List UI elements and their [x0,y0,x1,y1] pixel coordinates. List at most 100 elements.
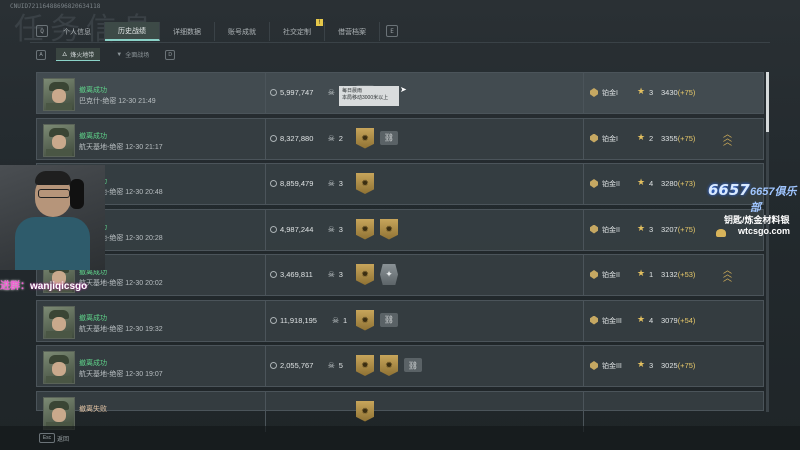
match-result: 撤离成功 [79,314,107,322]
achievement-badge-icon[interactable]: ⛓ [380,312,398,327]
achievement-badge-icon[interactable]: ✹ [356,173,374,194]
achievement-badge-icon[interactable]: ✹ [380,355,398,376]
star-count: 1 [649,270,654,279]
operator-avatar [43,351,75,384]
extracted-value: 8,327,880 [280,133,314,143]
score-delta: (+75) [677,361,696,370]
achievement-badge-icon[interactable]: ✹ [356,127,374,149]
match-result: 撤离成功 [79,360,107,367]
skull-icon: ☠ [327,133,335,143]
achievement-badge-icon[interactable]: ⛓ [380,130,398,145]
score-value: 3132 [661,270,678,279]
rank-name: 铂金I [602,135,618,143]
rank-name: 铂金III [602,363,622,370]
match-location-time: 航天基地-绝密 12-30 19:07 [79,371,163,378]
kill-count: 3 [338,179,343,188]
shield-icon: ▼ [116,51,123,58]
coin-icon [270,271,277,278]
coin-icon [270,180,277,187]
star-icon: ★ [637,86,646,96]
esc-key-hint[interactable]: Esc [39,433,55,443]
score-delta: (+54) [677,315,696,325]
achievement-badge-icon[interactable]: ✹ [380,218,398,240]
notification-badge: ! [316,19,323,26]
tab-2[interactable]: 详细数据 [160,22,215,41]
rank-icon [590,179,598,188]
column-divider [265,255,266,295]
star-count: 3 [649,224,654,234]
score-value: 3207 [661,224,678,234]
kill-count: 3 [338,270,343,279]
rank-up-chevrons-icon: ︿ ︿ ︿ [723,265,733,283]
next-tab-key-hint[interactable]: E [386,25,398,37]
match-row[interactable]: 撤离成功 航天基地-绝密 12-30 19:07 2,055,767 ☠ 5 ✹ ✹ ⛓ 铂金I… [36,345,764,387]
match-row[interactable]: 撤离成功航天基地-绝密 12-30 20:284,987,244☠3✹✹铂金II… [36,208,764,251]
extracted-value: 3,469,811 [280,270,313,279]
operator-avatar [43,396,75,430]
back-button[interactable]: 返回 [57,434,69,443]
column-divider [265,209,266,250]
rank-name: 铂金II [602,226,620,234]
player-id: CNUID72116488696820634118 [10,3,101,10]
match-row[interactable]: 撤离成功 航天基地-绝密 12-30 21:17 8,327,880 ☠ 2 ✹ ⛓ 铂金I ★… [36,117,764,160]
skull-icon: ☠ [332,315,340,325]
webcam-person-body [15,217,90,270]
match-row[interactable]: 撤离失败 ✹ [36,390,764,432]
star-icon: ★ [637,313,646,324]
star-icon: ★ [637,222,646,233]
tab-3[interactable]: 账号成就 [215,22,270,41]
achievement-badge-icon[interactable]: ✦ [380,264,398,285]
scrollbar-thumb[interactable] [766,72,769,132]
skull-icon: ☠ [327,361,335,370]
tab-5[interactable]: 借营档案 [325,22,380,41]
match-row[interactable]: 撤离成功 航天基地-绝密 12-30 19:32 11,918,195 ☠ 1 ✹ ⛓ 铂金I… [36,299,764,342]
sun-icon [716,229,726,237]
prev-mode-key-hint[interactable]: A [36,49,46,60]
tab-0[interactable]: 个人信息 [50,22,105,41]
achievement-badge-icon[interactable]: ✹ [356,355,374,376]
rank-icon [590,270,598,279]
achievement-badge-icon[interactable]: ✹ [356,264,374,285]
column-divider [583,164,584,204]
subtab-full-battlefield[interactable]: ▼ 全面战场 [110,49,155,61]
match-row[interactable]: 撤离成功 航天基地-绝密 12-30 20:02 3,469,811 ☠ 3 ✹ ✦ 铂金II… [36,254,764,296]
extracted-value: 2,055,767 [280,361,314,370]
match-result: 撤离失败 [79,405,107,413]
column-divider [583,300,584,341]
group-label: 进群： [0,281,30,292]
coin-icon [270,362,277,369]
skull-icon: ☠ [327,179,335,188]
subtab-label: 全面战场 [125,53,150,59]
subtab-hazard-zone[interactable]: 🜂 烽火地带 [56,48,101,61]
match-row[interactable]: 撤离成功航天基地-绝密 12-30 20:488,859,479☠3✹铂金II★… [36,163,764,205]
group-id: wanjiqicsgo [30,281,88,292]
rank-icon [590,88,598,97]
achievement-badge-icon[interactable]: ✹ [356,400,374,422]
extracted-value: 8,859,479 [280,179,314,188]
kill-count: 2 [338,133,343,143]
skull-icon: ☠ [327,270,335,279]
score-delta: (+75) [677,224,696,234]
achievement-badge-icon[interactable]: ⛓ [404,358,422,372]
achievement-badge-icon[interactable]: ✹ [356,218,374,240]
column-divider [583,118,584,159]
mouse-cursor-icon: ➤ [400,85,407,94]
kill-count: 1 [343,315,348,325]
match-row[interactable]: 撤离成功巴克什-绝密 12-30 21:495,997,747☠5⛓每日晨雨本局… [36,72,764,114]
skull-icon: ☠ [327,224,335,234]
webcam-person-hair [35,171,71,185]
prev-tab-key-hint[interactable]: Q [36,25,48,37]
tab-1[interactable]: 历史战绩 [105,22,160,41]
achievement-badge-icon[interactable]: ✹ [356,309,374,331]
column-divider [265,346,266,386]
rank-icon [590,315,598,325]
skull-icon: ☠ [327,88,335,97]
operator-avatar [43,78,75,111]
kill-count: 3 [338,224,343,234]
coin-icon [270,89,277,96]
score-value: 3079 [661,315,678,325]
rank-icon [590,361,598,370]
score-delta: (+73) [677,179,696,188]
star-icon: ★ [637,268,646,278]
next-mode-key-hint[interactable]: D [165,49,176,60]
